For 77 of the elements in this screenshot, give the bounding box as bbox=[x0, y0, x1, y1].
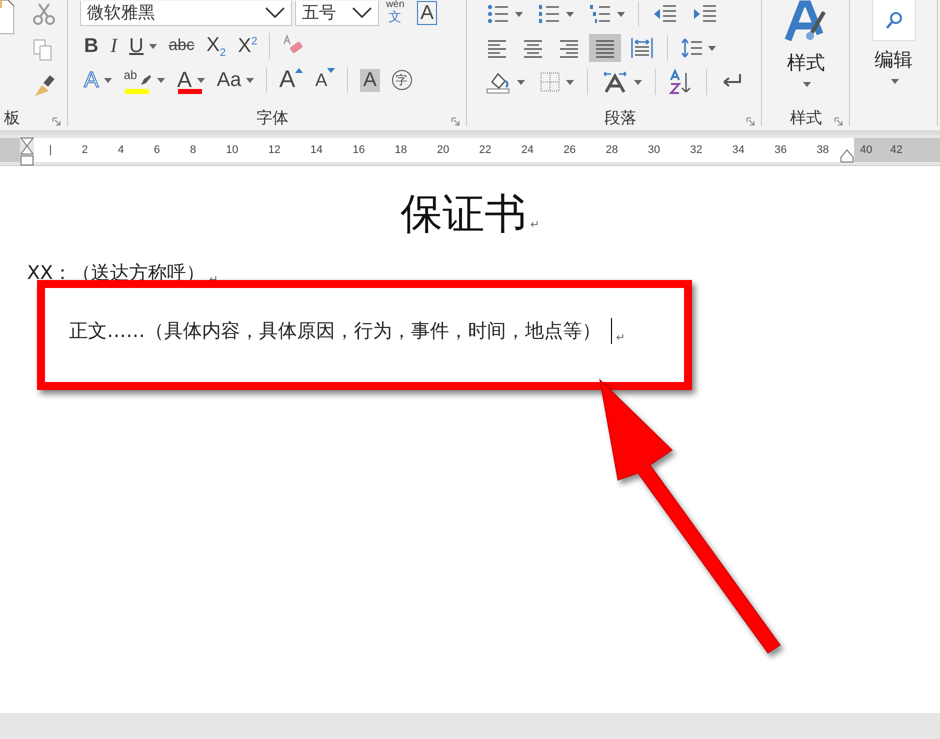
ruler-number: 40 bbox=[860, 144, 872, 156]
pen-icon bbox=[140, 74, 152, 86]
editing-button[interactable]: 编辑 bbox=[872, 0, 916, 84]
italic-button[interactable]: I bbox=[106, 32, 122, 60]
sort-icon bbox=[669, 69, 694, 95]
down-triangle-icon bbox=[327, 68, 336, 73]
ruler-number: 36 bbox=[774, 144, 787, 156]
paragraph-mark: ↵ bbox=[530, 218, 540, 231]
font-color-button[interactable]: A bbox=[173, 66, 209, 94]
justify-button[interactable] bbox=[589, 34, 622, 62]
underline-button[interactable]: U bbox=[125, 32, 161, 60]
paint-bucket-icon bbox=[486, 70, 512, 94]
character-border-button[interactable]: A bbox=[417, 1, 437, 25]
ruler-number: | bbox=[48, 144, 52, 156]
bold-button[interactable]: B bbox=[80, 32, 102, 60]
dialog-launcher-icon bbox=[451, 117, 460, 126]
strikethrough-button[interactable]: abc bbox=[164, 32, 198, 60]
ruler-number: 32 bbox=[690, 144, 702, 156]
justify-icon bbox=[594, 38, 616, 58]
ruler-number: 4 bbox=[118, 144, 124, 156]
ruler-number: 18 bbox=[394, 144, 408, 156]
phonetic-guide-button[interactable]: wén 文 bbox=[382, 0, 408, 26]
ruler-number: 26 bbox=[564, 144, 576, 156]
text-direction-icon bbox=[601, 70, 630, 94]
caret-icon bbox=[890, 79, 899, 84]
group-label: 段落 bbox=[604, 108, 636, 128]
ruler-number: 42 bbox=[890, 144, 902, 156]
format-button[interactable]: Aa bbox=[212, 66, 258, 94]
numbered-list-icon bbox=[537, 3, 562, 25]
ruler-number: 34 bbox=[732, 144, 745, 156]
highlight-button[interactable]: ab bbox=[120, 66, 170, 94]
group-label: 字体 bbox=[256, 108, 288, 128]
ruler-number: 8 bbox=[190, 144, 196, 156]
dialog-launcher-icon bbox=[52, 117, 62, 126]
ruler-number: 10 bbox=[226, 144, 238, 156]
paragraph-mark: ↵ bbox=[616, 331, 626, 344]
shrink-font-button[interactable]: A bbox=[311, 66, 340, 94]
dialog-launcher-icon bbox=[834, 117, 844, 126]
multilevel-list-icon bbox=[588, 3, 612, 25]
search-icon bbox=[884, 10, 904, 30]
paragraph-text: 正文……（具体内容，具体原因，行为，事件，时间，地点等） bbox=[69, 319, 601, 344]
ruler-number: 24 bbox=[521, 144, 534, 156]
up-triangle-icon bbox=[295, 68, 304, 73]
align-center-icon bbox=[522, 38, 544, 58]
group-label: 板 bbox=[4, 108, 20, 128]
ruler-number: 14 bbox=[310, 144, 323, 156]
font-name-dropdown[interactable]: 微软雅黑 bbox=[80, 0, 292, 26]
ruler-number: 22 bbox=[479, 144, 492, 156]
styles-brush-icon bbox=[784, 0, 828, 44]
format-button[interactable]: X$^{2}$ bbox=[234, 32, 262, 60]
borders-icon bbox=[539, 71, 562, 93]
ruler-number: 28 bbox=[606, 144, 618, 156]
bulleted-list-icon bbox=[486, 3, 510, 25]
line-spacing-icon bbox=[681, 36, 704, 60]
scissors-icon bbox=[32, 2, 56, 26]
ruler-number: 6 bbox=[154, 144, 160, 156]
align-left-icon bbox=[486, 38, 508, 58]
ruler-number: 38 bbox=[816, 144, 829, 156]
copy-icon bbox=[32, 38, 54, 62]
ruler-number: 30 bbox=[648, 144, 660, 156]
dialog-launcher-icon bbox=[746, 117, 756, 126]
grow-font-button[interactable]: A bbox=[275, 66, 308, 94]
chevron-down-icon bbox=[352, 7, 372, 18]
format-button[interactable]: X$_{2}$ bbox=[202, 32, 230, 60]
distribute-icon bbox=[630, 36, 654, 60]
ruler-number: 16 bbox=[352, 144, 365, 156]
ruler-number: 12 bbox=[268, 144, 280, 156]
ruler-number: 20 bbox=[436, 144, 450, 156]
styles-button[interactable]: 样式 bbox=[784, 0, 828, 87]
chevron-down-icon bbox=[265, 7, 286, 18]
ruler-number: 2 bbox=[82, 144, 88, 156]
align-right-icon bbox=[558, 38, 580, 58]
font-size-dropdown[interactable]: 五号 bbox=[295, 0, 380, 26]
group-label: 样式 bbox=[790, 108, 822, 128]
caret-icon bbox=[802, 82, 811, 87]
document-title: 保证书 bbox=[400, 189, 526, 238]
ruler-margin bbox=[0, 138, 20, 162]
